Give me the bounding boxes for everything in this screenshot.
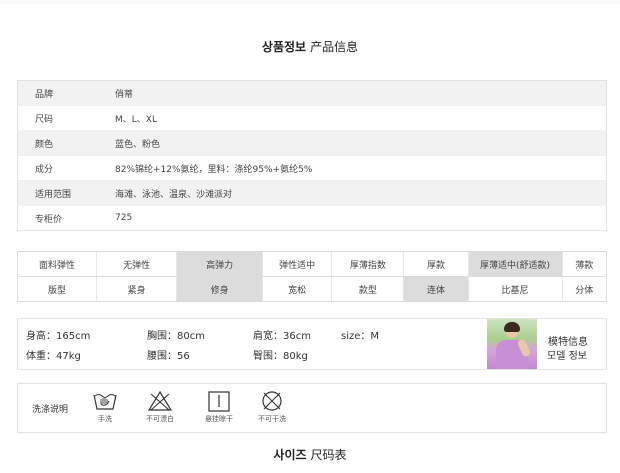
model-photo xyxy=(487,319,537,369)
spec-table: 品牌 俏蒂 尺码 M、L、XL 颜色 蓝色、粉色 成分 82%锦纶+12%氨纶，… xyxy=(17,80,607,231)
spec-key: 成分 xyxy=(35,164,54,175)
model-chest: 胸围：80cm xyxy=(147,331,205,342)
wash-caption: 不可干洗 xyxy=(258,415,286,423)
size-chart-title: 사이즈 尺码表 xyxy=(0,446,620,463)
tag-cell: 厚款 xyxy=(404,252,469,276)
section-title-ko: 상품정보 xyxy=(261,40,307,54)
section-title: 상품정보 产品信息 xyxy=(0,38,620,55)
model-shoulder: 肩宽：36cm xyxy=(253,331,311,342)
tag-cell: 薄款 xyxy=(575,260,594,271)
top-divider xyxy=(0,0,620,4)
model-size: size：M xyxy=(341,331,380,342)
tag-cell: 分体 xyxy=(575,285,594,296)
wash-instructions: 洗涤说明 手洗 不可漂白 悬挂晾干 不可干洗 xyxy=(17,383,607,433)
no-dry-clean-icon: 不可干洗 xyxy=(252,390,292,424)
tags-row-fit: 版型 紧身 修身 宽松 款型 连体 比基尼 分体 xyxy=(18,276,606,301)
tag-cell: 紧身 xyxy=(97,277,178,301)
tag-cell: 厚薄指数 xyxy=(332,252,405,276)
attribute-tags: 面料弹性 无弹性 高弹力 弹性适中 厚薄指数 厚款 厚薄适中(舒适款) 薄款 版… xyxy=(17,251,607,302)
spec-value: 蓝色、粉色 xyxy=(115,139,161,150)
tag-cell: 版型 xyxy=(18,277,98,301)
model-hip: 臀围：80kg xyxy=(253,351,308,362)
size-title-ko: 사이즈 xyxy=(273,448,307,462)
spec-value: 海滩、泳池、温泉、沙滩派对 xyxy=(115,189,233,200)
wash-label: 洗涤说明 xyxy=(32,405,69,415)
tag-cell: 弹性适中 xyxy=(263,252,333,276)
spec-row-usage: 适用范围 海滩、泳池、温泉、沙滩派对 xyxy=(18,181,606,206)
hand-wash-icon: 手洗 xyxy=(85,390,125,424)
model-info-label-ko: 모델 정보 xyxy=(547,351,587,362)
model-info-box: 身高：165cm 胸围：80cm 肩宽：36cm size：M 体重：47kg … xyxy=(17,318,607,370)
spec-value: 725 xyxy=(115,213,133,223)
no-bleach-icon: 不可漂白 xyxy=(140,390,180,424)
spec-key: 适用范围 xyxy=(35,189,72,200)
spec-row-color: 颜色 蓝色、粉色 xyxy=(18,131,606,156)
tag-cell: 比基尼 xyxy=(469,277,563,301)
spec-key: 品牌 xyxy=(35,89,54,100)
tag-cell: 宽松 xyxy=(263,277,333,301)
model-weight: 体重：47kg xyxy=(26,351,81,362)
wash-caption: 不可漂白 xyxy=(146,415,174,423)
model-info-label-zh: 模特信息 xyxy=(548,337,588,348)
model-height: 身高：165cm xyxy=(26,331,91,342)
size-title-zh: 尺码表 xyxy=(310,448,347,462)
spec-row-price: 专柜价 725 xyxy=(18,206,606,230)
spec-value: 82%锦纶+12%氨纶，里料：涤纶95%+氨纶5% xyxy=(115,164,313,175)
model-waist: 腰围：56 xyxy=(147,351,190,362)
tag-cell-selected: 修身 xyxy=(177,277,264,301)
spec-row-brand: 品牌 俏蒂 xyxy=(18,81,606,106)
spec-row-size: 尺码 M、L、XL xyxy=(18,106,606,131)
tag-cell: 面料弹性 xyxy=(18,252,98,276)
spec-value: M、L、XL xyxy=(115,114,157,125)
spec-row-material: 成分 82%锦纶+12%氨纶，里料：涤纶95%+氨纶5% xyxy=(18,156,606,181)
spec-value: 俏蒂 xyxy=(115,89,134,100)
tag-cell: 无弹性 xyxy=(97,252,178,276)
tag-cell-selected: 高弹力 xyxy=(177,252,264,276)
section-title-zh: 产品信息 xyxy=(310,40,359,54)
tag-cell-selected: 厚薄适中(舒适款) xyxy=(468,252,563,276)
tags-row-elasticity: 面料弹性 无弹性 高弹力 弹性适中 厚薄指数 厚款 厚薄适中(舒适款) 薄款 xyxy=(18,252,606,276)
spec-key: 颜色 xyxy=(35,139,54,150)
wash-caption: 手洗 xyxy=(98,415,112,423)
tag-cell: 款型 xyxy=(332,277,405,301)
hang-dry-icon: 悬挂晾干 xyxy=(199,390,239,424)
spec-key: 专柜价 xyxy=(35,214,63,225)
wash-caption: 悬挂晾干 xyxy=(205,415,233,423)
tag-cell-selected: 连体 xyxy=(404,277,469,301)
spec-key: 尺码 xyxy=(35,114,54,125)
